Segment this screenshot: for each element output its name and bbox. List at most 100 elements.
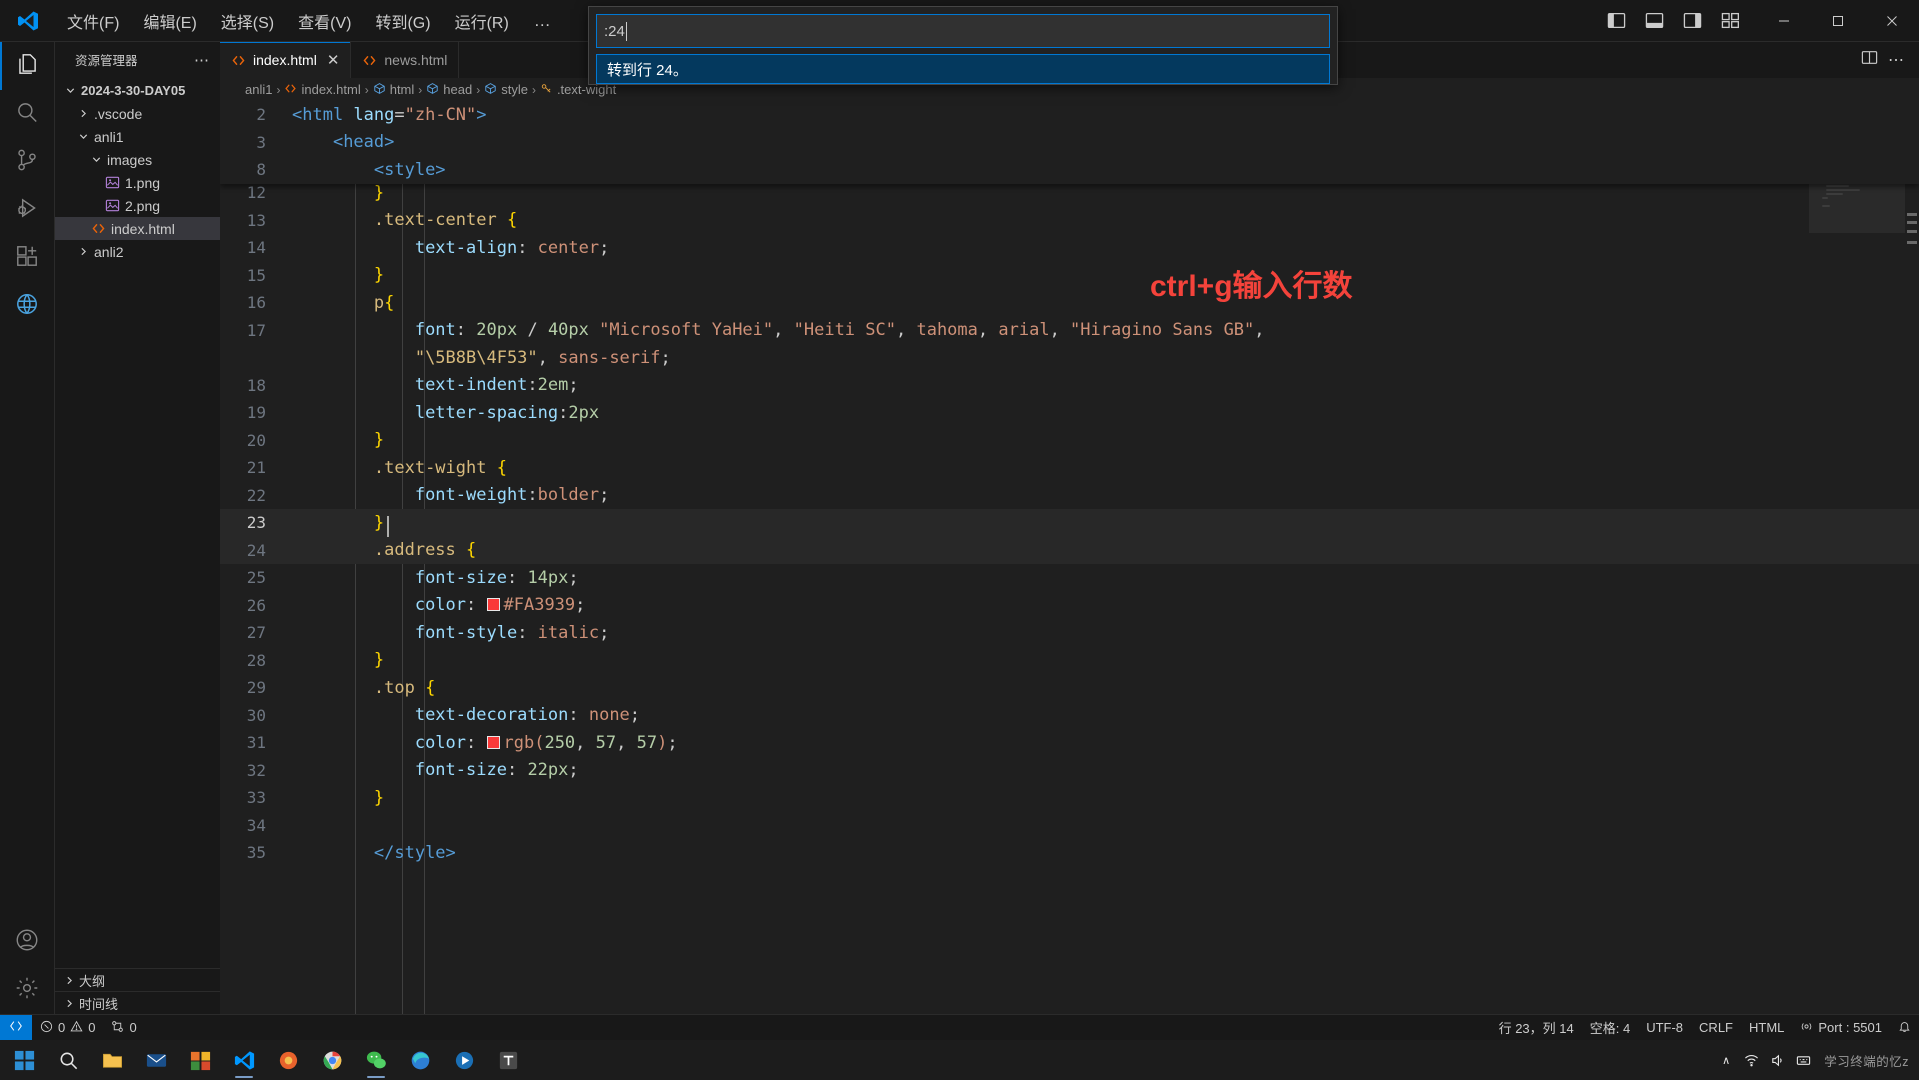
code-line[interactable]: 25 font-size: 14px; — [220, 564, 1919, 592]
activitybar-item-search[interactable] — [0, 90, 55, 138]
tree-item-vscode-folder[interactable]: .vscode — [55, 102, 220, 125]
code-line[interactable]: 18 text-indent:2em; — [220, 372, 1919, 400]
code-line[interactable]: 21 .text-wight { — [220, 454, 1919, 482]
tree-item-index-html-file[interactable]: index.html — [55, 217, 220, 240]
code-line[interactable]: 3 <head> — [220, 129, 1919, 157]
code-line[interactable]: 26 color: #FA3939; — [220, 592, 1919, 620]
code-line[interactable]: 22 font-weight:bolder; — [220, 482, 1919, 510]
status-ports[interactable]: 0 — [103, 1015, 144, 1041]
breadcrumb-item-anli1[interactable]: anli1 — [242, 82, 275, 97]
tab-index-html[interactable]: index.html ✕ — [220, 42, 352, 78]
sidebar-section-timeline[interactable]: 时间线 — [55, 991, 220, 1014]
tree-item-root-folder[interactable]: 2024-3-30-DAY05 — [55, 79, 220, 102]
volume-icon[interactable] — [1766, 1045, 1788, 1075]
menu-overflow-button[interactable]: … — [522, 8, 564, 34]
status-editor-position[interactable]: 行 23，列 14 — [1491, 1015, 1582, 1041]
tree-item-images-folder[interactable]: images — [55, 148, 220, 171]
chevron-up-icon[interactable]: ∧ — [1716, 1054, 1736, 1067]
code-line[interactable]: 13 .text-center { — [220, 207, 1919, 235]
code-line[interactable]: 17 font: 20px / 40px "Microsoft YaHei", … — [220, 317, 1919, 345]
activitybar-item-run-and-debug[interactable] — [0, 186, 55, 234]
activitybar-item-manage[interactable] — [0, 966, 55, 1014]
code-line[interactable]: 29 .top { — [220, 674, 1919, 702]
status-live-server-port[interactable]: Port : 5501 — [1792, 1015, 1890, 1041]
taskbar-vscode-app[interactable] — [222, 1040, 266, 1080]
close-icon[interactable]: ✕ — [327, 53, 340, 68]
tab-news-html[interactable]: news.html — [351, 42, 460, 78]
taskbar-media-app[interactable] — [442, 1040, 486, 1080]
toggle-primary-sidebar-icon[interactable] — [1599, 6, 1633, 36]
breadcrumb-item-style[interactable]: style — [481, 82, 531, 98]
window-minimize-button[interactable] — [1757, 0, 1811, 42]
editor-scrollbar[interactable] — [1905, 101, 1919, 1014]
code-line[interactable]: 28 } — [220, 647, 1919, 675]
code-line[interactable]: 2 <html lang="zh-CN"> — [220, 101, 1919, 129]
window-maximize-button[interactable] — [1811, 0, 1865, 42]
menu-selection[interactable]: 选择(S) — [210, 4, 285, 38]
color-swatch[interactable] — [486, 598, 500, 612]
taskbar-office-app[interactable] — [178, 1040, 222, 1080]
breadcrumb-item-html[interactable]: html — [370, 82, 418, 98]
activitybar-item-live-server[interactable] — [0, 282, 55, 330]
taskbar-mail-app[interactable] — [134, 1040, 178, 1080]
code-line[interactable]: 32 font-size: 22px; — [220, 757, 1919, 785]
goto-line-input[interactable]: :24 — [596, 14, 1330, 48]
code-line[interactable]: 35 </style> — [220, 839, 1919, 867]
code-line[interactable]: 24 .address { — [220, 536, 1919, 564]
menu-edit[interactable]: 编辑(E) — [132, 4, 207, 38]
code-line[interactable]: 20 } — [220, 427, 1919, 455]
start-button[interactable] — [2, 1040, 46, 1080]
taskbar-chrome-app[interactable] — [310, 1040, 354, 1080]
status-indentation[interactable]: 空格: 4 — [1582, 1015, 1638, 1041]
taskbar-edge-app[interactable] — [398, 1040, 442, 1080]
activitybar-item-extensions[interactable] — [0, 234, 55, 282]
quick-input-item-goto-line[interactable]: 转到行 24。 — [596, 54, 1330, 84]
code-line[interactable]: 16 p{ — [220, 289, 1919, 317]
code-line[interactable]: 31 color: rgb(250, 57, 57); — [220, 729, 1919, 757]
code-line[interactable]: 34 — [220, 812, 1919, 840]
menu-file[interactable]: 文件(F) — [56, 4, 130, 38]
activitybar-item-accounts[interactable] — [0, 918, 55, 966]
code-line[interactable]: 33 } — [220, 784, 1919, 812]
taskbar-file-explorer[interactable] — [90, 1040, 134, 1080]
quick-input-widget[interactable]: :24 转到行 24。 — [588, 6, 1338, 85]
taskbar-browser-app[interactable] — [266, 1040, 310, 1080]
tree-item-1png-file[interactable]: 1.png — [55, 171, 220, 194]
customize-layout-icon[interactable] — [1713, 6, 1747, 36]
status-eol[interactable]: CRLF — [1691, 1015, 1741, 1041]
editor-more-actions-button[interactable]: ⋯ — [1888, 50, 1905, 70]
code-line[interactable]: 27 font-style: italic; — [220, 619, 1919, 647]
tree-item-anli2-folder[interactable]: anli2 — [55, 240, 220, 263]
menu-go[interactable]: 转到(G) — [364, 4, 441, 38]
tree-item-2png-file[interactable]: 2.png — [55, 194, 220, 217]
network-icon[interactable] — [1740, 1045, 1762, 1075]
breadcrumb-item-head[interactable]: head — [423, 82, 475, 98]
status-remote-button[interactable] — [0, 1014, 32, 1041]
activitybar-item-explorer[interactable] — [0, 42, 55, 90]
minimap[interactable] — [1809, 101, 1913, 1014]
sidebar-section-outline[interactable]: 大纲 — [55, 968, 220, 991]
code-line[interactable]: "\5B8B\4F53", sans-serif; — [220, 344, 1919, 372]
status-language-mode[interactable]: HTML — [1741, 1015, 1792, 1041]
taskbar-typora-app[interactable] — [486, 1040, 530, 1080]
menu-view[interactable]: 查看(V) — [287, 4, 362, 38]
split-editor-icon[interactable] — [1861, 49, 1878, 71]
code-line[interactable]: 14 text-align: center; — [220, 234, 1919, 262]
code-line[interactable]: 15 } — [220, 262, 1919, 290]
code-line[interactable]: 23 } — [220, 509, 1919, 538]
taskbar-wechat-app[interactable] — [354, 1040, 398, 1080]
toggle-secondary-sidebar-icon[interactable] — [1675, 6, 1709, 36]
code-line[interactable]: 8 <style> — [220, 156, 1919, 184]
toggle-panel-icon[interactable] — [1637, 6, 1671, 36]
code-line[interactable]: 30 text-decoration: none; — [220, 702, 1919, 730]
code-editor[interactable]: 12 } 13 .text-center {14 text-align: cent… — [220, 101, 1919, 1014]
breadcrumb-item-index-html[interactable]: index.html — [281, 82, 363, 98]
code-line[interactable]: 19 letter-spacing:2px — [220, 399, 1919, 427]
ime-icon[interactable] — [1792, 1045, 1814, 1075]
window-close-button[interactable] — [1865, 0, 1919, 42]
sidebar-more-actions-button[interactable]: ⋯ — [190, 51, 214, 69]
activitybar-item-source-control[interactable] — [0, 138, 55, 186]
status-problems[interactable]: 0 0 — [32, 1015, 103, 1041]
menu-run[interactable]: 运行(R) — [444, 4, 520, 38]
tree-item-anli1-folder[interactable]: anli1 — [55, 125, 220, 148]
